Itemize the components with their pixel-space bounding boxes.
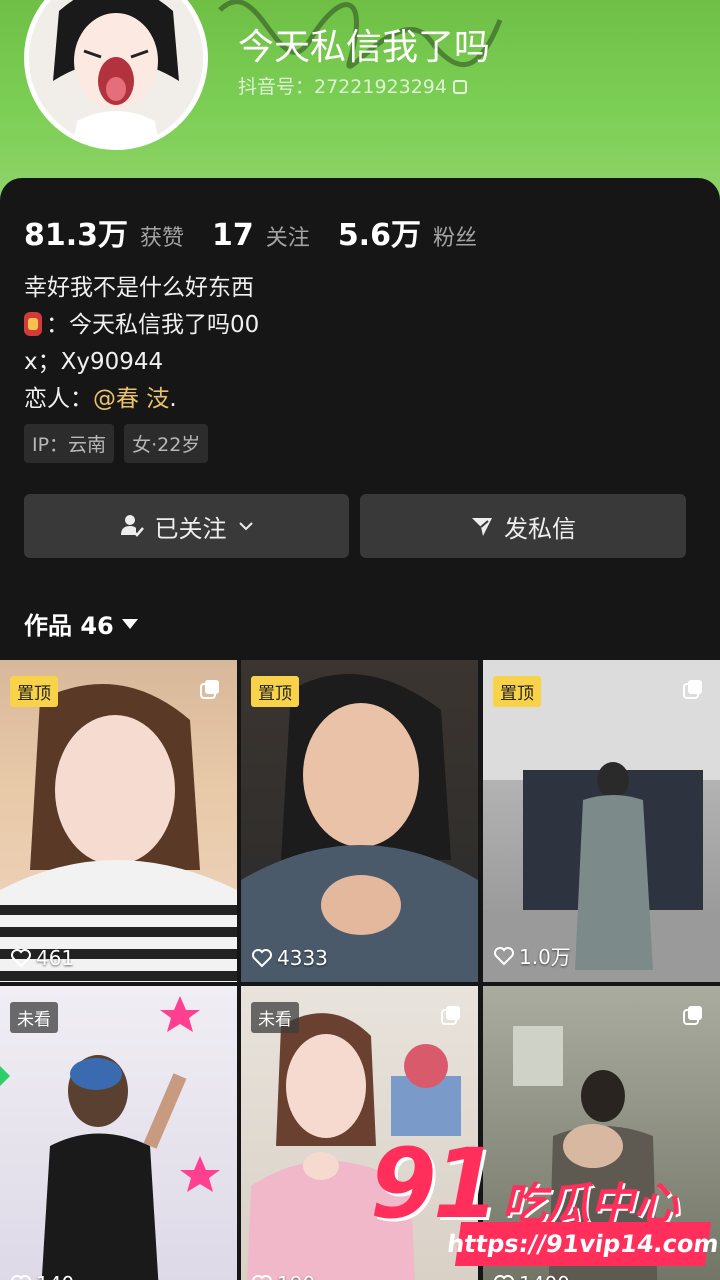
followers-label[interactable]: 粉丝 — [433, 220, 477, 252]
video-likes-count: 461 — [36, 946, 75, 970]
caret-down-icon — [121, 618, 138, 629]
video-thumbnail — [483, 660, 720, 982]
video-tile[interactable]: 置顶 1.0万 — [483, 660, 720, 982]
pinned-badge: 置顶 — [10, 676, 58, 707]
video-likes: 4333 — [251, 946, 328, 970]
unseen-badge: 未看 — [251, 1002, 299, 1033]
multi-image-icon — [683, 1006, 702, 1025]
site-watermark: 91 吃瓜中心 https://91vip14.com — [370, 1128, 720, 1278]
multi-image-icon — [200, 680, 219, 699]
video-likes-count: 140 — [36, 1272, 74, 1280]
display-name: 今天私信我了吗 — [238, 27, 491, 68]
video-thumbnail — [241, 674, 478, 982]
bio-line-2-text: ：今天私信我了吗00 — [46, 312, 260, 338]
multi-image-icon — [441, 1006, 460, 1025]
followed-button[interactable]: 已关注 — [24, 494, 349, 558]
chevron-down-icon — [238, 522, 253, 531]
video-tile[interactable]: 置顶 461 — [0, 660, 237, 982]
avatar[interactable] — [24, 0, 208, 150]
followers-count[interactable]: 5.6万 — [338, 210, 421, 254]
likes-count: 81.3万 — [24, 218, 129, 253]
bio-partner-suffix: . — [169, 386, 177, 412]
works-tab[interactable]: 作品 46 — [24, 606, 138, 641]
send-message-label: 发私信 — [504, 514, 576, 543]
copy-icon[interactable] — [452, 80, 467, 94]
bio-partner-prefix: 恋人： — [24, 386, 93, 412]
ip-location-tag: IP：云南 — [24, 424, 115, 463]
video-likes-count: 4333 — [277, 946, 328, 970]
avatar-illustration — [29, 0, 203, 145]
works-label: 作品 46 — [24, 612, 114, 640]
video-tile[interactable]: 未看 140 — [0, 986, 237, 1280]
heart-icon — [11, 1275, 31, 1280]
video-likes-count: 1.0万 — [519, 945, 571, 969]
video-likes: 461 — [10, 946, 74, 970]
heart-icon — [494, 946, 514, 965]
pinned-badge: 置顶 — [251, 676, 299, 707]
video-thumbnail — [0, 684, 237, 982]
douyin-id[interactable]: 抖音号：27221923294 — [238, 72, 467, 99]
video-likes: 140 — [10, 1272, 74, 1280]
heart-icon — [252, 949, 272, 968]
heart-icon — [11, 949, 31, 968]
likes-label[interactable]: 获赞 — [140, 220, 184, 252]
followed-button-label: 已关注 — [154, 514, 227, 543]
following-count[interactable]: 17 — [212, 218, 254, 253]
send-icon — [472, 518, 492, 536]
watermark-url: https://91vip14.com — [445, 1222, 720, 1266]
video-likes: 1.0万 — [493, 941, 571, 970]
douyin-id-text: 抖音号：27221923294 — [238, 76, 447, 98]
pinned-badge: 置顶 — [493, 676, 541, 707]
heart-icon — [252, 1275, 272, 1280]
bio-line-4: 恋人：@春 汥. — [24, 381, 259, 418]
multi-image-icon — [683, 680, 702, 699]
video-tile[interactable]: 置顶 4333 — [241, 660, 478, 982]
video-likes-count: 190 — [277, 1272, 315, 1280]
bio: 幸好我不是什么好东西 ：今天私信我了吗00 x；Xy90944 恋人：@春 汥. — [24, 270, 259, 418]
following-label[interactable]: 关注 — [266, 220, 310, 252]
partner-mention-link[interactable]: @春 汥 — [93, 386, 169, 412]
bio-line-3: x；Xy90944 — [24, 349, 164, 375]
scarf-emoji-icon — [24, 312, 42, 336]
user-check-icon — [120, 515, 144, 537]
video-likes: 190 — [251, 1272, 315, 1280]
gender-age-tag: 女·22岁 — [124, 424, 209, 463]
profile-card: 81.3万 获赞 17 关注 5.6万 粉丝 幸好我不是什么好东西 ：今天私信我… — [0, 178, 720, 660]
stats-row: 81.3万 获赞 17 关注 5.6万 粉丝 — [24, 210, 493, 254]
profile-header: 今天私信我了吗 抖音号：27221923294 — [0, 0, 720, 200]
unseen-badge: 未看 — [10, 1002, 58, 1033]
send-message-button[interactable]: 发私信 — [360, 494, 686, 558]
bio-line-1: 幸好我不是什么好东西 — [24, 275, 254, 301]
profile-tags: IP：云南 女·22岁 — [24, 424, 209, 463]
bio-line-2: ：今天私信我了吗00 — [24, 307, 259, 344]
